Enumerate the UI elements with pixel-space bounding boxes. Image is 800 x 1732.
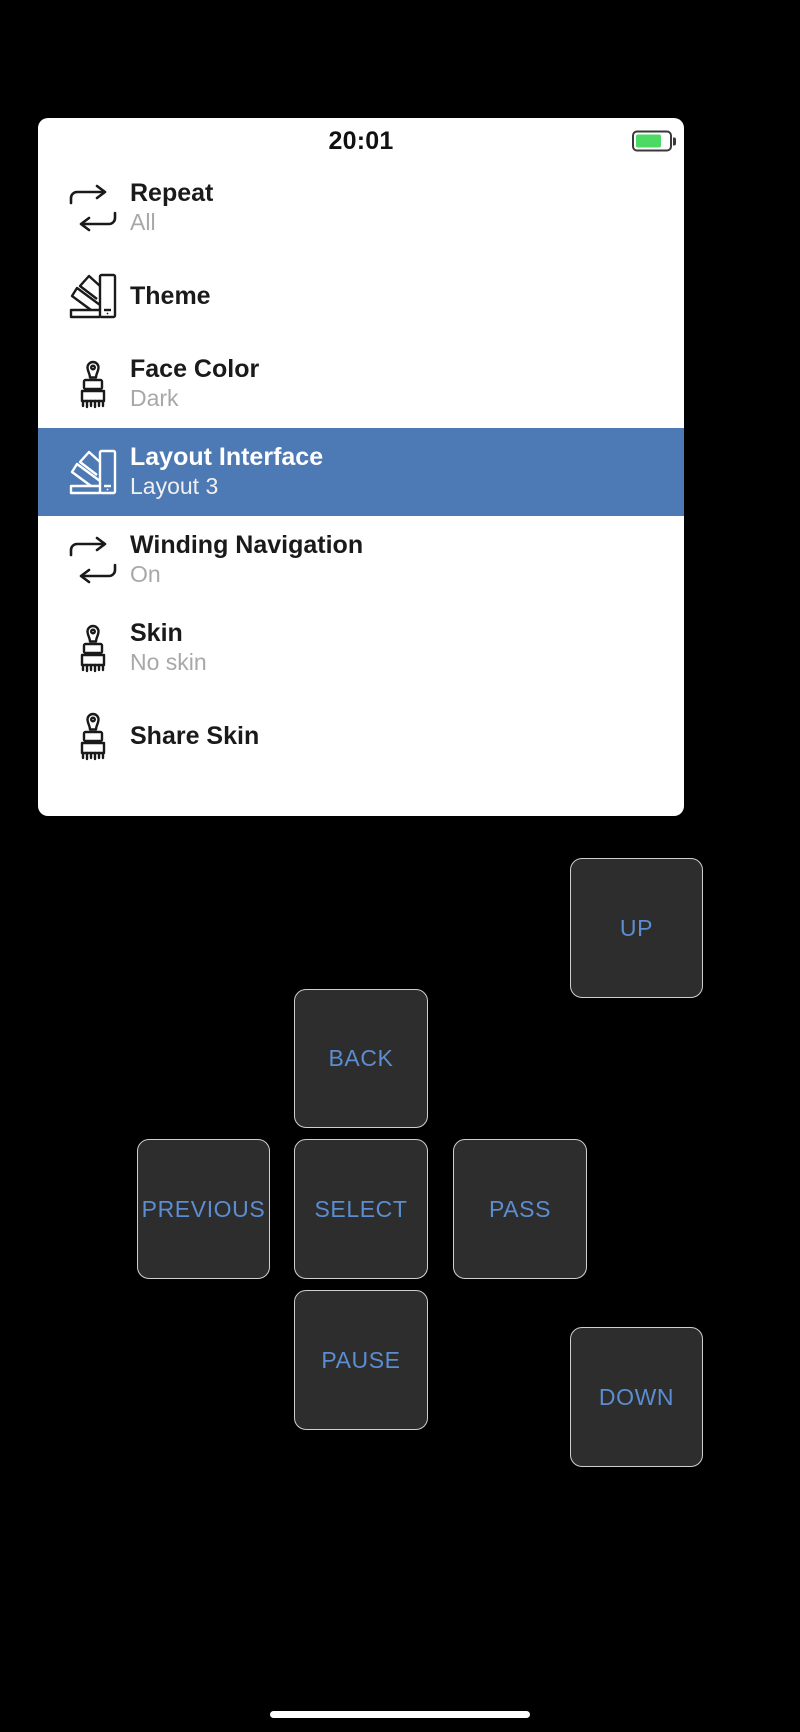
menu-item-repeat[interactable]: Repeat All <box>38 164 684 252</box>
repeat-loop-icon <box>56 184 130 232</box>
menu-item-title: Share Skin <box>130 721 260 750</box>
paint-brush-icon <box>56 358 130 410</box>
home-indicator[interactable] <box>270 1711 530 1718</box>
menu-item-text: Skin No skin <box>130 619 207 677</box>
color-swatch-icon <box>56 446 130 498</box>
battery-body <box>632 130 672 152</box>
menu-item-title: Skin <box>130 618 183 647</box>
menu-item-winding-navigation[interactable]: Winding Navigation On <box>38 516 684 604</box>
pass-button[interactable]: PASS <box>453 1139 587 1279</box>
previous-button[interactable]: PREVIOUS <box>137 1139 270 1279</box>
menu-item-title: Theme <box>130 281 211 310</box>
app-root: 20:01 Repeat All Theme Face Color Dark L… <box>0 0 800 1732</box>
device-screen: 20:01 Repeat All Theme Face Color Dark L… <box>38 118 684 816</box>
battery-cap <box>673 137 676 145</box>
menu-item-text: Share Skin <box>130 721 260 750</box>
down-button[interactable]: DOWN <box>570 1327 703 1467</box>
repeat-loop-icon <box>56 536 130 584</box>
battery-fill <box>636 134 661 148</box>
menu-item-title: Face Color <box>130 354 260 383</box>
menu-item-subtitle: No skin <box>130 649 207 676</box>
menu-item-subtitle: Dark <box>130 385 179 412</box>
menu-item-title: Layout Interface <box>130 442 324 471</box>
menu-item-share-skin[interactable]: Share Skin <box>38 692 684 780</box>
menu-item-skin[interactable]: Skin No skin <box>38 604 684 692</box>
paint-brush-icon <box>56 710 130 762</box>
select-button[interactable]: SELECT <box>294 1139 428 1279</box>
paint-brush-icon <box>56 622 130 674</box>
menu-item-face-color[interactable]: Face Color Dark <box>38 340 684 428</box>
clock: 20:01 <box>328 126 394 155</box>
menu-item-subtitle: Layout 3 <box>130 473 219 500</box>
menu-item-subtitle: All <box>130 209 156 236</box>
menu-item-text: Repeat All <box>130 179 213 237</box>
menu-item-subtitle: On <box>130 561 161 588</box>
menu-item-title: Winding Navigation <box>130 530 364 559</box>
color-swatch-icon <box>56 270 130 322</box>
settings-menu: Repeat All Theme Face Color Dark Layout … <box>38 164 684 780</box>
menu-item-text: Face Color Dark <box>130 355 259 413</box>
menu-item-text: Layout Interface Layout 3 <box>130 443 323 501</box>
up-button[interactable]: UP <box>570 858 703 998</box>
status-bar: 20:01 <box>38 118 684 164</box>
back-button[interactable]: BACK <box>294 989 428 1128</box>
menu-item-theme[interactable]: Theme <box>38 252 684 340</box>
menu-item-text: Winding Navigation On <box>130 531 363 589</box>
menu-item-title: Repeat <box>130 178 214 207</box>
pause-button[interactable]: PAUSE <box>294 1290 428 1430</box>
menu-item-layout-interface[interactable]: Layout Interface Layout 3 <box>38 428 684 516</box>
battery-icon <box>632 130 676 152</box>
menu-item-text: Theme <box>130 281 211 310</box>
